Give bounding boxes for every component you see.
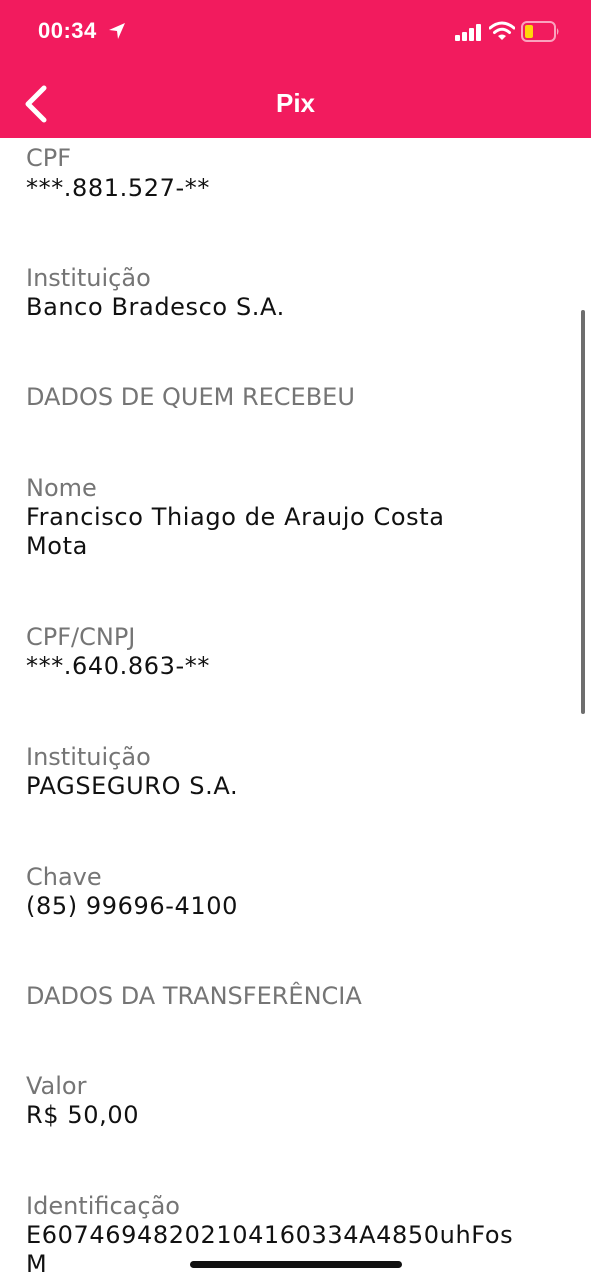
transfer-amount-value: R$ 50,00 (26, 1101, 140, 1129)
receiver-key-value: (85) 99696-4100 (26, 892, 238, 920)
receipt-details: CPF ***.881.527-** Instituição Banco Bra… (0, 138, 591, 1280)
receiver-name-label: Nome (26, 474, 97, 502)
app-header: 00:34 Pix (0, 0, 591, 138)
location-arrow-icon (109, 23, 125, 39)
receiver-doc-label: CPF/CNPJ (26, 623, 136, 651)
receiver-name-line: Mota (26, 532, 88, 560)
receiver-institution-value: PAGSEGURO S.A. (26, 772, 239, 800)
transfer-id-line: E60746948202104160334A4850uhFos (26, 1221, 514, 1249)
receiver-institution-label: Instituição (26, 743, 151, 771)
receiver-name-line: Francisco Thiago de Araujo Costa (26, 503, 445, 531)
payer-cpf-value: ***.881.527-** (26, 174, 210, 202)
receiver-section-title: DADOS DE QUEM RECEBEU (26, 383, 355, 411)
status-time: 00:34 (38, 18, 97, 43)
page-title: Pix (275, 88, 316, 118)
home-indicator[interactable] (190, 1261, 402, 1268)
receiver-key-label: Chave (26, 863, 102, 891)
battery-low-icon (521, 21, 559, 42)
payer-institution-label: Instituição (26, 264, 151, 292)
scrollbar[interactable] (581, 310, 585, 714)
payer-institution-value: Banco Bradesco S.A. (26, 293, 285, 321)
receiver-doc-value: ***.640.863-** (26, 652, 210, 680)
transfer-amount-label: Valor (26, 1072, 87, 1100)
receiver-name-value: Francisco Thiago de Araujo Costa Mota (26, 503, 445, 561)
signal-bars-icon (455, 24, 481, 41)
transfer-id-label: Identificação (26, 1192, 180, 1220)
wifi-icon (489, 21, 515, 40)
transfer-id-value: E60746948202104160334A4850uhFos M (26, 1221, 513, 1279)
payer-cpf-label: CPF (26, 144, 72, 172)
transfer-section-title: DADOS DA TRANSFERÊNCIA (26, 982, 362, 1010)
